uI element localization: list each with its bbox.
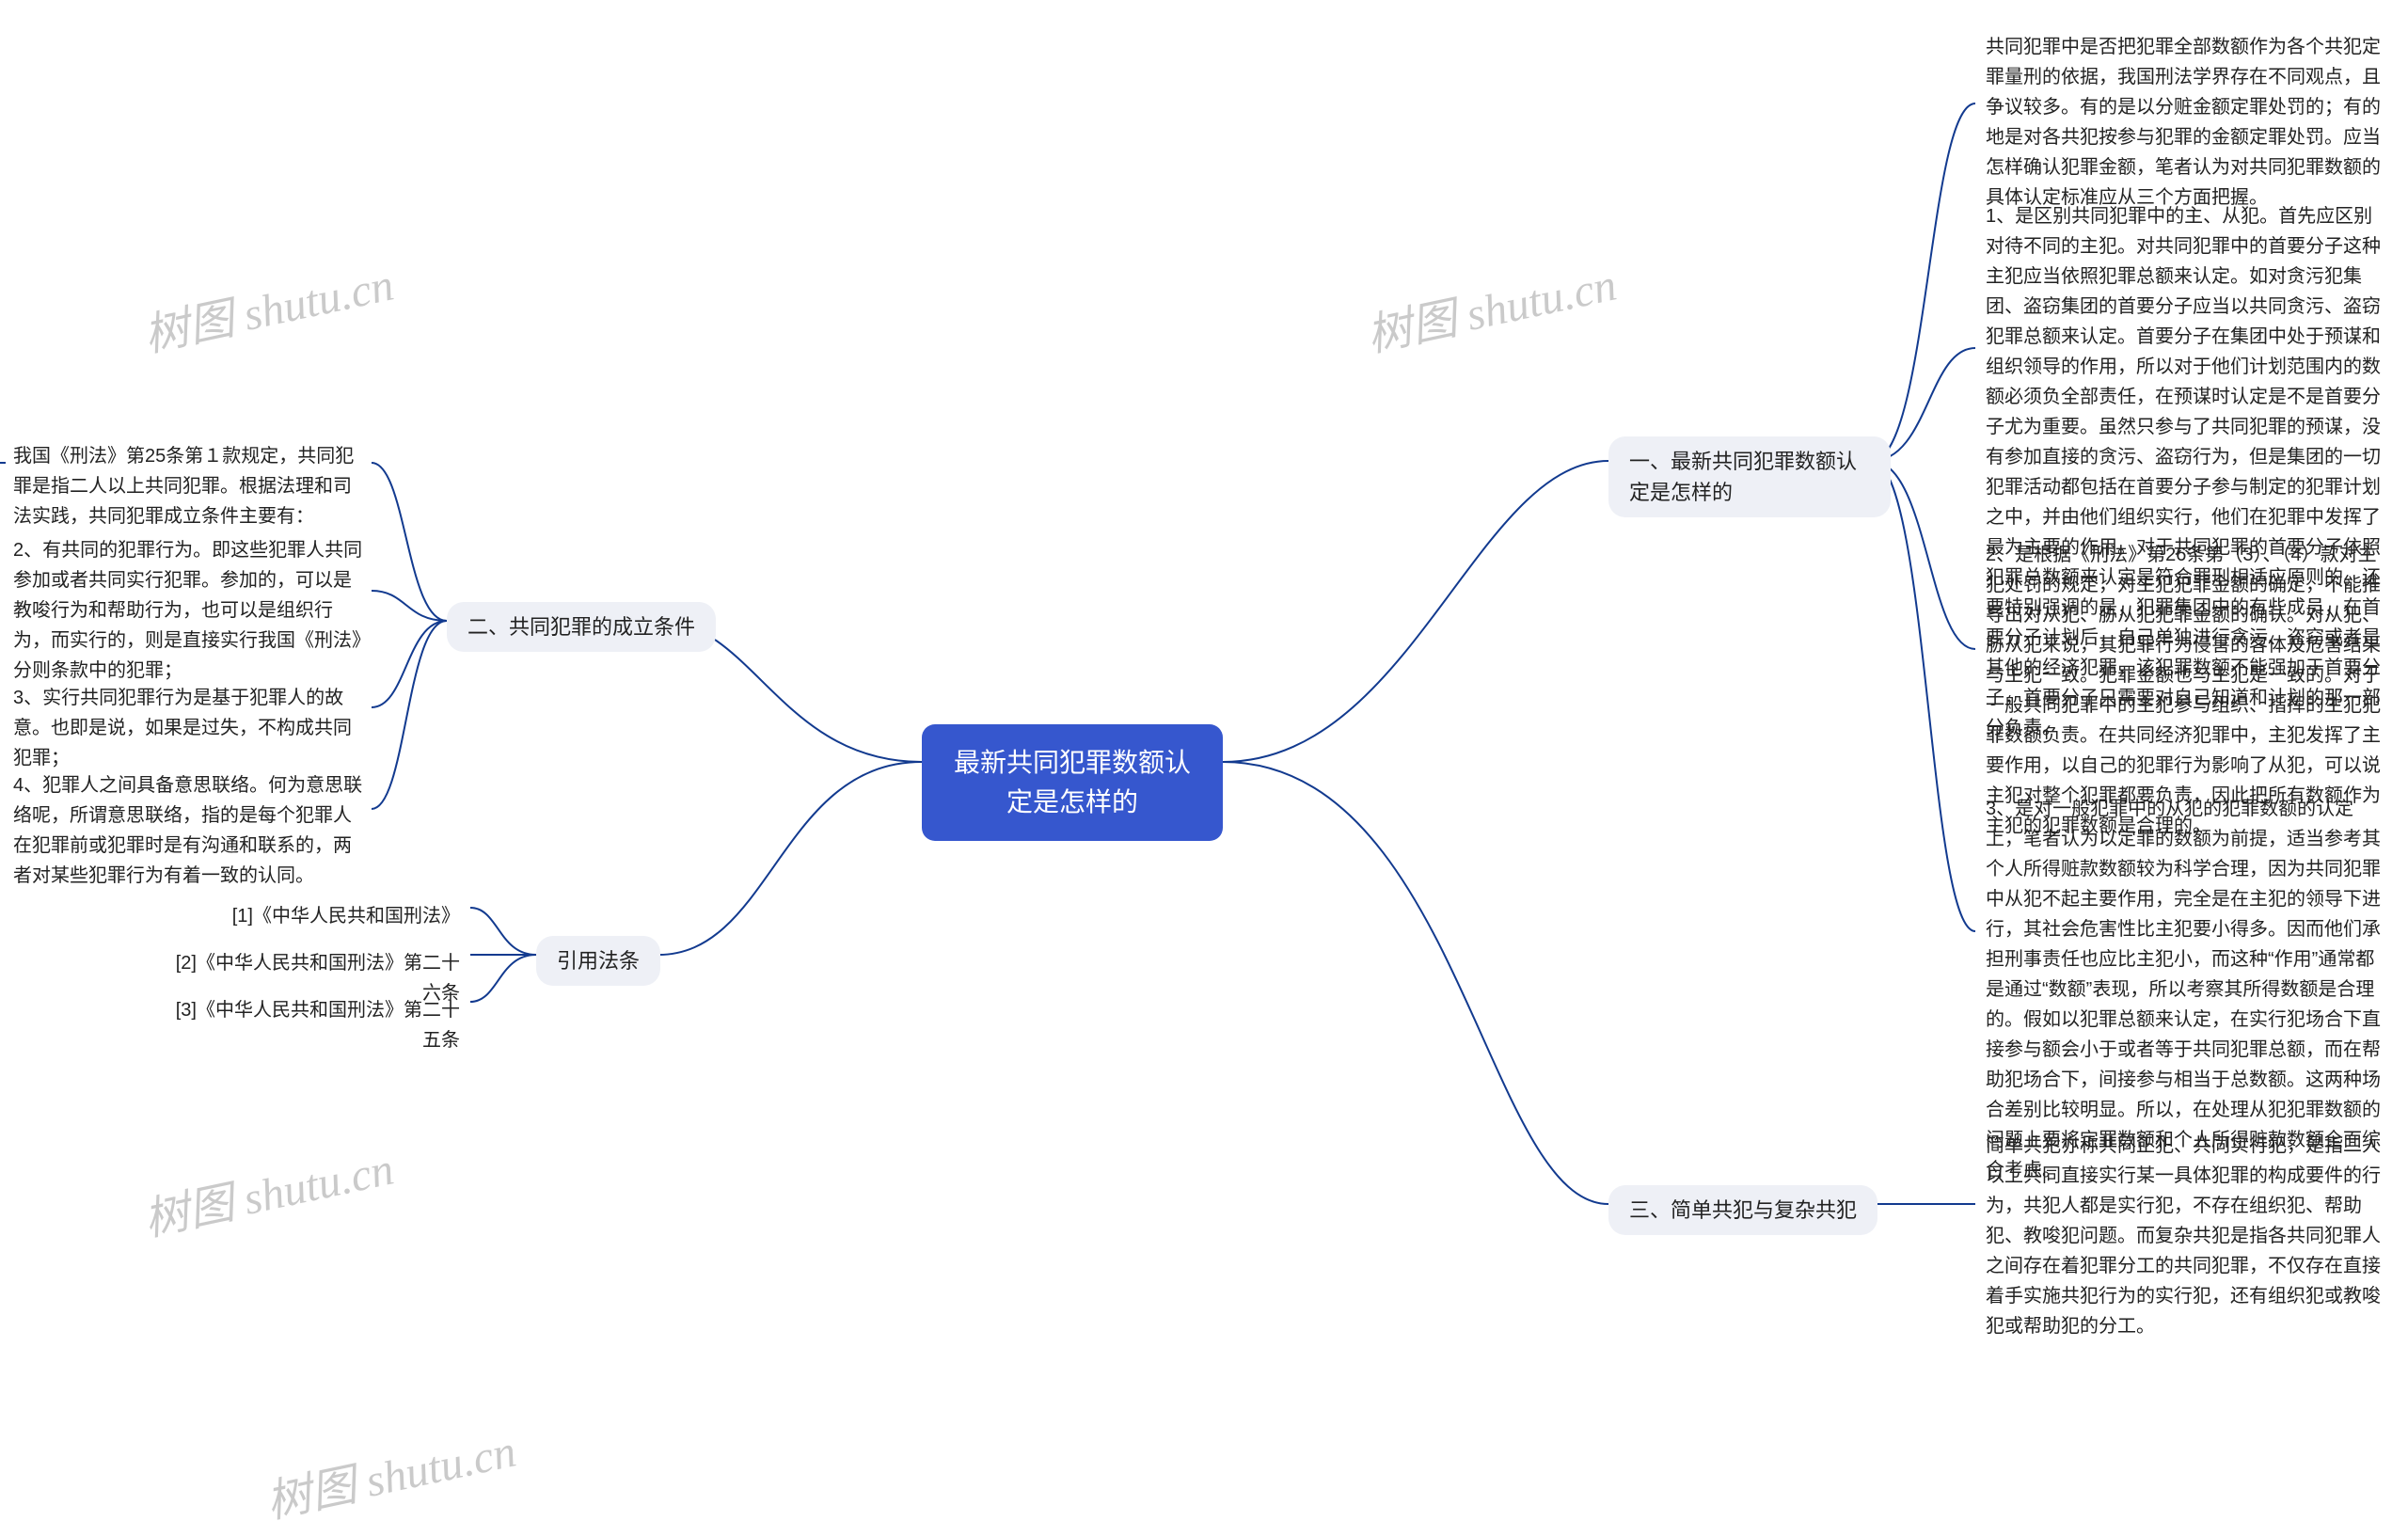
branch-right-2[interactable]: 三、简单共犯与复杂共犯 [1608,1185,1877,1235]
leaf-r2-0: 简单共犯亦称共同正犯、共同实行犯，是指二人以上共同直接实行某一具体犯罪的构成要件… [1980,1127,2394,1345]
leaf-l1-2: 3、实行共同犯罪行为是基于犯罪人的故意。也即是说，如果是过失，不构成共同犯罪； [8,679,374,777]
watermark: 树图 shutu.cn [137,247,399,364]
leaf-l2-0: [1]《中华人民共和国刑法》 [165,897,466,935]
watermark: 树图 shutu.cn [1360,247,1622,364]
leaf-r1-0: 共同犯罪中是否把犯罪全部数额作为各个共犯定罪量刑的依据，我国刑法学界存在不同观点… [1980,28,2394,216]
branch-right-1[interactable]: 一、最新共同犯罪数额认定是怎样的 [1608,436,1891,517]
branch-left-2[interactable]: 引用法条 [536,936,660,986]
watermark: 树图 shutu.cn [137,1132,399,1248]
leaf-l1-1: 2、有共同的犯罪行为。即这些犯罪人共同参加或者共同实行犯罪。参加的，可以是教唆行… [8,531,374,689]
root-node[interactable]: 最新共同犯罪数额认定是怎样的 [922,724,1223,841]
leaf-l2-2: [3]《中华人民共和国刑法》第二十五条 [165,991,466,1059]
mindmap-canvas: { "root": "最新共同犯罪数额认定是怎样的", "right": { "… [0,0,2408,1521]
leaf-l1-0: 我国《刑法》第25条第１款规定，共同犯罪是指二人以上共同犯罪。根据法理和司法实践… [8,437,374,535]
watermark: 树图 shutu.cn [260,1414,521,1521]
leaf-l1-3: 4、犯罪人之间具备意思联络。何为意思联络呢，所谓意思联络，指的是每个犯罪人在犯罪… [8,767,374,895]
branch-left-1[interactable]: 二、共同犯罪的成立条件 [447,602,716,652]
